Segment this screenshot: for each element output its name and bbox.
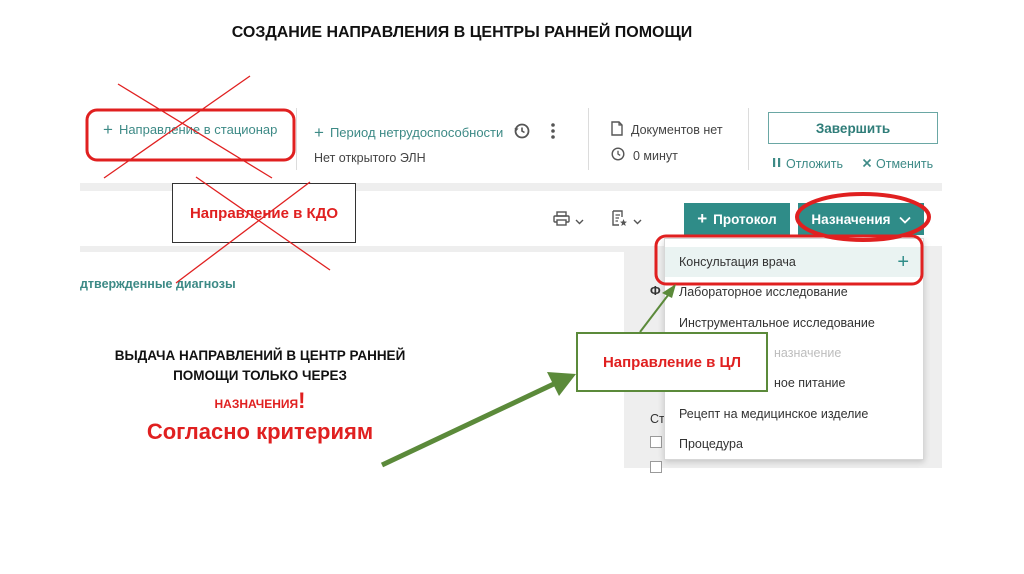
red-highlight-oval xyxy=(654,234,924,286)
green-arrowhead xyxy=(662,284,676,298)
red-cross-line xyxy=(195,176,331,271)
red-cross-line xyxy=(117,83,273,179)
green-arrow-line xyxy=(380,379,560,468)
red-cross-line xyxy=(175,181,311,284)
green-arrow-line xyxy=(639,289,673,333)
red-highlight-oval xyxy=(795,192,931,242)
red-cross-line xyxy=(103,75,251,179)
annotation-overlay xyxy=(85,75,931,468)
